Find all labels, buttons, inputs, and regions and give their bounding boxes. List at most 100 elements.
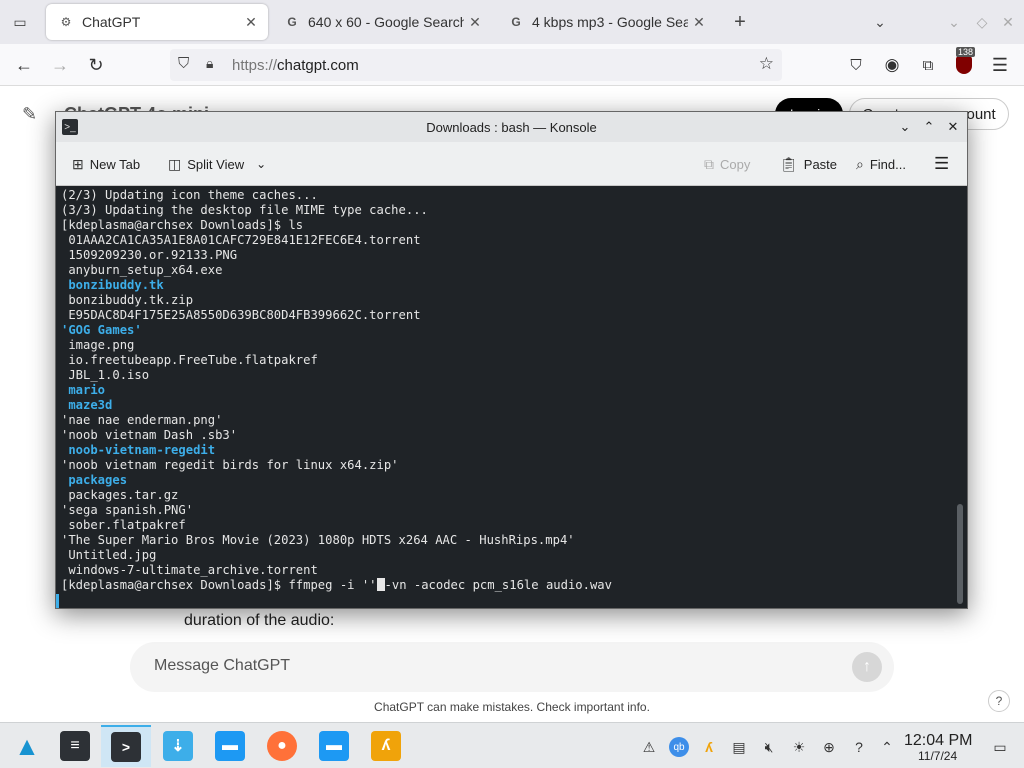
chevron-down-icon[interactable]: ⌄ bbox=[256, 157, 266, 171]
terminal-line: Untitled.jpg bbox=[61, 548, 157, 562]
command-text: [kdeplasma@archsex Downloads]$ ffmpeg -i… bbox=[61, 578, 377, 592]
menu-icon[interactable]: ☰ bbox=[988, 53, 1012, 77]
terminal-line-directory: packages bbox=[61, 473, 128, 487]
pocket-icon[interactable]: ⛉ bbox=[844, 53, 868, 77]
terminal-line: 'The Super Mario Bros Movie (2023) 1080p… bbox=[61, 533, 575, 547]
app-icon: ʎ bbox=[371, 731, 401, 761]
tab-overview-icon[interactable]: ▭ bbox=[10, 12, 30, 32]
ublock-icon[interactable]: 138 bbox=[952, 47, 976, 77]
paste-button[interactable]: 📋︎ Paste bbox=[780, 154, 837, 174]
minimize-window-icon[interactable]: ⌄ bbox=[944, 12, 964, 32]
new-tab-icon: ⊞ bbox=[72, 155, 84, 172]
chat-message-text: duration of the audio: bbox=[184, 612, 335, 629]
address-bar[interactable]: ⛉ 🔒︎ https://chatgpt.com ☆ bbox=[170, 49, 782, 81]
app-tray-icon[interactable]: ʎ bbox=[699, 737, 719, 757]
tray-expand-icon[interactable]: ⌃ bbox=[877, 737, 897, 757]
new-tab-button[interactable]: ⊞ New Tab bbox=[72, 154, 140, 174]
konsole-titlebar[interactable]: >_ Downloads : bash — Konsole ⌄ ⌃ ✕ bbox=[56, 112, 967, 142]
terminal-line: 'noob vietnam regedit birds for linux x6… bbox=[61, 458, 399, 472]
terminal-line-directory: noob-vietnam-regedit bbox=[61, 443, 216, 457]
command-text: -vn -acodec pcm_s16le audio.wav bbox=[384, 578, 612, 592]
hamburger-menu-icon[interactable]: ☰ bbox=[934, 154, 949, 174]
reload-icon[interactable]: ↻ bbox=[84, 53, 108, 77]
settings-sliders-icon: ≡ bbox=[60, 731, 90, 761]
close-window-icon[interactable]: ✕ bbox=[998, 12, 1018, 32]
terminal-line-directory: bonzibuddy.tk bbox=[61, 278, 164, 292]
clipboard-icon[interactable]: ▤ bbox=[729, 737, 749, 757]
taskbar: ▲ ≡ > ⇣ ▬ ● ▬ ʎ ⚠ qb ʎ ▤ 🔇︎ ☀ ⊕ ? ⌃ 12:0… bbox=[0, 722, 1024, 768]
google-icon: G bbox=[287, 15, 297, 29]
line-marker bbox=[56, 594, 59, 608]
help-tray-icon[interactable]: ? bbox=[849, 737, 869, 757]
terminal-line: sober.flatpakref bbox=[61, 518, 186, 532]
taskbar-app[interactable]: ʎ bbox=[361, 725, 411, 767]
taskbar-firefox[interactable]: ● bbox=[257, 725, 307, 767]
terminal-line: (2/3) Updating icon theme caches... bbox=[61, 188, 318, 202]
find-button[interactable]: ⌕ Find... bbox=[856, 154, 906, 174]
text-cursor bbox=[376, 578, 385, 591]
send-arrow-icon[interactable]: ↑ bbox=[852, 652, 882, 682]
window-title: Downloads : bash — Konsole bbox=[426, 120, 597, 135]
tab-google-search-1[interactable]: G 640 x 60 - Google Search ✕ bbox=[272, 4, 492, 40]
split-view-icon: ◫ bbox=[168, 155, 182, 172]
konsole-window: >_ Downloads : bash — Konsole ⌄ ⌃ ✕ ⊞ Ne… bbox=[55, 111, 968, 609]
terminal-line: image.png bbox=[61, 338, 135, 352]
show-desktop-icon[interactable]: ▭ bbox=[990, 737, 1010, 757]
extensions-icon[interactable]: ⧉ bbox=[916, 53, 940, 77]
bookmark-star-icon[interactable]: ☆ bbox=[759, 54, 774, 74]
terminal-scrollbar[interactable] bbox=[957, 504, 963, 604]
tab-chatgpt[interactable]: ⚙ ChatGPT ✕ bbox=[46, 4, 268, 40]
close-tab-icon[interactable]: ✕ bbox=[464, 14, 486, 31]
taskbar-konsole[interactable]: > bbox=[101, 725, 151, 767]
volume-muted-icon[interactable]: 🔇︎ bbox=[759, 737, 779, 757]
terminal-line: 'nae nae enderman.png' bbox=[61, 413, 223, 427]
terminal-line-directory: maze3d bbox=[61, 398, 113, 412]
folder-icon: ▬ bbox=[319, 731, 349, 761]
disclaimer-text: ChatGPT can make mistakes. Check importa… bbox=[374, 700, 650, 714]
app-launcher-button[interactable]: ▲ bbox=[2, 725, 52, 767]
copy-button[interactable]: ⧉ Copy bbox=[704, 154, 750, 174]
help-button[interactable]: ? bbox=[988, 690, 1010, 712]
terminal-line: windows-7-ultimate_archive.torrent bbox=[61, 563, 318, 577]
taskbar-discover[interactable]: ⇣ bbox=[153, 725, 203, 767]
terminal-icon: > bbox=[111, 732, 141, 762]
split-view-button[interactable]: ◫ Split View ⌄ bbox=[168, 154, 266, 174]
tab-title: 640 x 60 - Google Search bbox=[308, 14, 464, 30]
account-icon[interactable]: ◉ bbox=[880, 53, 904, 77]
forward-icon[interactable]: → bbox=[48, 53, 72, 77]
network-icon[interactable]: ⊕ bbox=[819, 737, 839, 757]
taskbar-files[interactable]: ▬ bbox=[205, 725, 255, 767]
terminal-line: 'sega spanish.PNG' bbox=[61, 503, 194, 517]
terminal-area[interactable]: (2/3) Updating icon theme caches... (3/3)… bbox=[56, 186, 967, 608]
notification-bell-icon[interactable]: ⚠ bbox=[639, 737, 659, 757]
qbittorrent-icon[interactable]: qb bbox=[669, 737, 689, 757]
terminal-line: packages.tar.gz bbox=[61, 488, 179, 502]
taskbar-files-2[interactable]: ▬ bbox=[309, 725, 359, 767]
message-input[interactable]: Message ChatGPT ↑ bbox=[130, 642, 894, 692]
close-icon[interactable]: ✕ bbox=[944, 118, 962, 136]
minimize-icon[interactable]: ⌄ bbox=[896, 118, 914, 136]
terminal-line: (3/3) Updating the desktop file MIME typ… bbox=[61, 203, 428, 217]
list-tabs-icon[interactable]: ⌄ bbox=[870, 12, 890, 32]
maximize-icon[interactable]: ⌃ bbox=[920, 118, 938, 136]
clock-time[interactable]: 12:04 PM bbox=[904, 732, 972, 750]
tab-google-search-2[interactable]: G 4 kbps mp3 - Google Search ✕ bbox=[496, 4, 716, 40]
url-text[interactable]: https://chatgpt.com bbox=[232, 57, 359, 74]
tab-title: ChatGPT bbox=[82, 14, 141, 30]
new-chat-icon[interactable]: ✎ bbox=[22, 104, 37, 125]
terminal-line: JBL_1.0.iso bbox=[61, 368, 150, 382]
copy-icon: ⧉ bbox=[704, 155, 714, 172]
shield-icon[interactable]: ⛉ bbox=[178, 55, 189, 72]
close-tab-icon[interactable]: ✕ bbox=[240, 14, 262, 31]
browser-tab-bar: ▭ ⚙ ChatGPT ✕ G 640 x 60 - Google Search… bbox=[0, 0, 1024, 44]
brightness-icon[interactable]: ☀ bbox=[789, 737, 809, 757]
clock-date[interactable]: 11/7/24 bbox=[918, 749, 957, 763]
maximize-window-icon[interactable]: ◇ bbox=[972, 12, 992, 32]
new-tab-icon[interactable]: + bbox=[730, 11, 750, 33]
close-tab-icon[interactable]: ✕ bbox=[688, 14, 710, 31]
taskbar-settings[interactable]: ≡ bbox=[50, 725, 100, 767]
back-icon[interactable]: ← bbox=[12, 53, 36, 77]
extension-badge: 138 bbox=[956, 47, 976, 57]
lock-icon[interactable]: 🔒︎ bbox=[206, 55, 213, 72]
terminal-prompt-line[interactable]: [kdeplasma@archsex Downloads]$ ffmpeg -i… bbox=[61, 578, 612, 593]
